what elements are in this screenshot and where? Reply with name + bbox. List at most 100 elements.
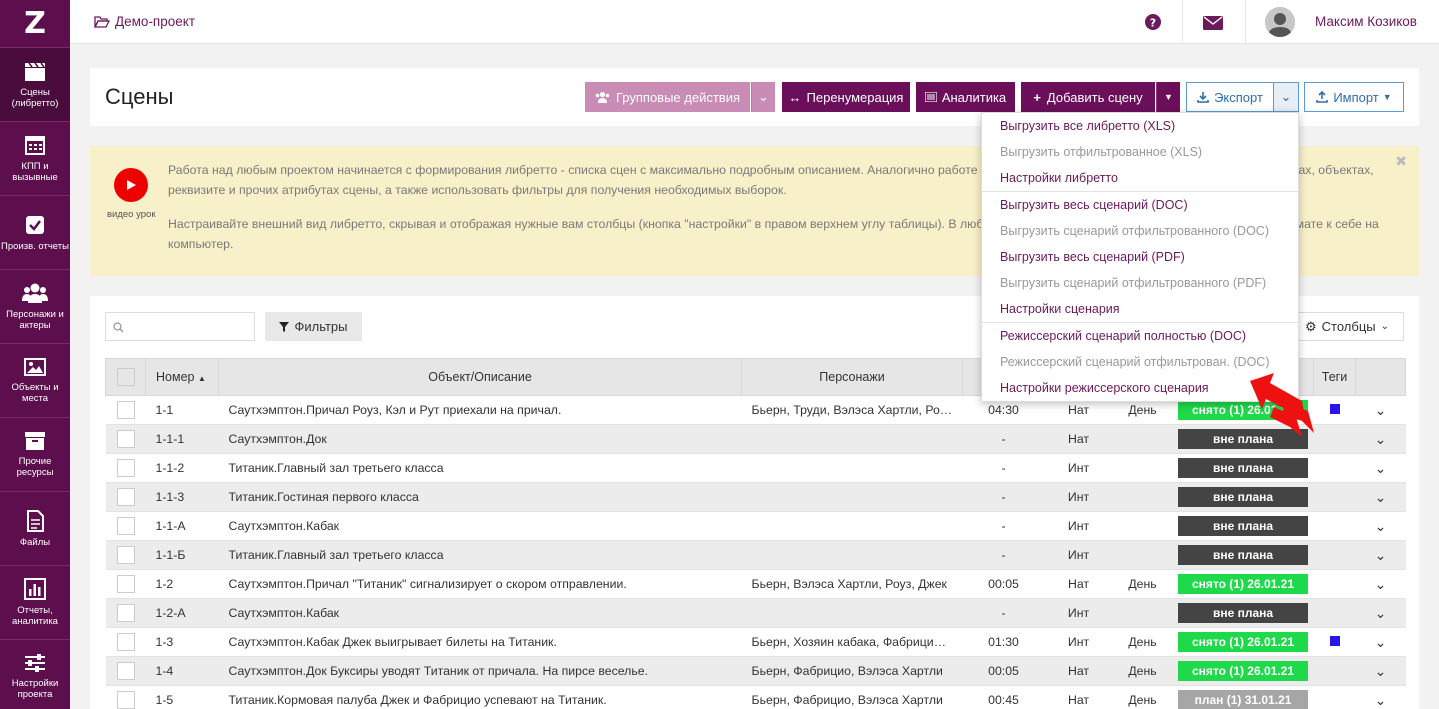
group-actions-dropdown-button[interactable]: ⌄ xyxy=(751,82,775,112)
row-expand-chevron-icon[interactable]: ⌄ xyxy=(1375,692,1387,708)
analytics-button[interactable]: Аналитика xyxy=(916,82,1015,112)
export-menu-item[interactable]: Настройки либретто xyxy=(982,165,1298,191)
status-badge: план (1) 31.01.21 xyxy=(1178,690,1308,709)
export-button[interactable]: Экспорт xyxy=(1186,82,1274,112)
plus-icon: + xyxy=(1033,89,1041,105)
table-row[interactable]: 1-1-3 Титаник.Гостиная первого класса - Инт… xyxy=(105,482,1406,512)
help-icon[interactable]: ? xyxy=(1145,14,1161,30)
row-expand-chevron-icon[interactable]: ⌄ xyxy=(1375,402,1387,418)
import-button[interactable]: Импорт ▼ xyxy=(1304,82,1404,112)
table-row[interactable]: 1-1-2 Титаник.Главный зал третьего класса… xyxy=(105,453,1406,483)
cell-characters xyxy=(741,482,963,512)
cell-tags xyxy=(1313,685,1356,709)
project-link[interactable]: Демо-проект xyxy=(94,14,195,29)
status-badge: снято (1) 26.01.21 xyxy=(1178,574,1308,594)
row-expand-chevron-icon[interactable]: ⌄ xyxy=(1375,547,1387,563)
status-badge: вне плана xyxy=(1178,516,1308,536)
export-menu-item[interactable]: Выгрузить весь сценарий (PDF) xyxy=(982,244,1298,270)
column-header-label: Номер xyxy=(156,370,195,384)
export-menu-item[interactable]: Режиссерский сценарий полностью (DOC) xyxy=(982,323,1298,349)
chevron-down-icon: ⌄ xyxy=(1380,321,1389,332)
table-row[interactable]: 1-1-А Саутхэмптон.Кабак - Инт вне плана ⌄ xyxy=(105,511,1406,541)
sidebar-item-scenes[interactable]: Сцены (либретто) xyxy=(0,48,70,122)
sidebar-item-characters[interactable]: Персонажи и актеры xyxy=(0,270,70,344)
table-row[interactable]: 1-3 Саутхэмптон.Кабак Джек выигрывает бил… xyxy=(105,627,1406,657)
row-checkbox[interactable] xyxy=(116,430,135,448)
row-checkbox[interactable] xyxy=(116,401,135,419)
mail-icon[interactable] xyxy=(1203,16,1223,30)
row-checkbox[interactable] xyxy=(116,488,135,506)
export-menu-item[interactable]: Настройки сценария xyxy=(982,296,1298,322)
row-checkbox[interactable] xyxy=(116,604,135,622)
row-expand-chevron-icon[interactable]: ⌄ xyxy=(1375,634,1387,650)
export-menu-item[interactable]: Выгрузить весь сценарий (DOC) xyxy=(982,192,1298,218)
sidebar-item-objects[interactable]: Объекты и места xyxy=(0,344,70,418)
table-row[interactable]: 1-1-Б Титаник.Главный зал третьего класса… xyxy=(105,540,1406,570)
select-all-cell[interactable] xyxy=(105,358,146,396)
annotation-arrow-icon xyxy=(1250,373,1314,437)
cell-actions: ⌄ xyxy=(1355,627,1406,657)
cell-characters xyxy=(741,424,963,454)
search-input[interactable] xyxy=(105,312,255,341)
row-checkbox[interactable] xyxy=(116,575,135,593)
group-actions-label: Групповые действия xyxy=(615,89,741,105)
cell-tags xyxy=(1313,511,1356,541)
sidebar-item-reports[interactable]: Произв. отчеты xyxy=(0,196,70,270)
row-checkbox[interactable] xyxy=(116,691,135,709)
sidebar-item-analytics[interactable]: Отчеты, аналитика xyxy=(0,566,70,640)
cell-duration: - xyxy=(962,453,1045,483)
export-dropdown-button[interactable]: ⌄ xyxy=(1273,82,1299,112)
column-header-number[interactable]: Номер ▲ xyxy=(145,358,219,396)
sidebar-item-settings[interactable]: Настройки проекта xyxy=(0,640,70,709)
analytics-label: Аналитика xyxy=(941,89,1007,105)
sliders-icon xyxy=(25,654,45,672)
export-menu-item[interactable]: Выгрузить все либретто (XLS) xyxy=(982,113,1298,139)
table-row[interactable]: 1-4 Саутхэмптон.Док Буксиры уводят Титани… xyxy=(105,656,1406,686)
row-expand-chevron-icon[interactable]: ⌄ xyxy=(1375,663,1387,679)
search-icon xyxy=(113,322,124,333)
column-header-characters[interactable]: Персонажи xyxy=(741,358,963,396)
cell-checkbox xyxy=(105,482,146,512)
row-expand-chevron-icon[interactable]: ⌄ xyxy=(1375,576,1387,592)
row-checkbox[interactable] xyxy=(116,546,135,564)
columns-button[interactable]: ⚙ Столбцы ⌄ xyxy=(1290,312,1404,341)
row-checkbox[interactable] xyxy=(116,459,135,477)
row-expand-chevron-icon[interactable]: ⌄ xyxy=(1375,460,1387,476)
table-row[interactable]: 1-2 Саутхэмптон.Причал "Титаник" сигнализ… xyxy=(105,569,1406,599)
row-expand-chevron-icon[interactable]: ⌄ xyxy=(1375,489,1387,505)
close-icon[interactable]: ✖ xyxy=(1395,151,1407,171)
row-checkbox[interactable] xyxy=(116,662,135,680)
app-logo[interactable]: Z xyxy=(0,0,70,48)
select-all-checkbox[interactable] xyxy=(116,368,135,386)
row-expand-chevron-icon[interactable]: ⌄ xyxy=(1375,518,1387,534)
row-expand-chevron-icon[interactable]: ⌄ xyxy=(1375,431,1387,447)
row-checkbox[interactable] xyxy=(116,517,135,535)
export-menu-item[interactable]: Выгрузить сценарий отфильтрованного (DOC… xyxy=(982,218,1298,244)
cell-status: вне плана xyxy=(1172,453,1314,483)
table-row[interactable]: 1-1-1 Саутхэмптон.Док - Нат вне плана ⌄ xyxy=(105,424,1406,454)
filters-button[interactable]: Фильтры xyxy=(265,312,362,341)
user-name[interactable]: Максим Козиков xyxy=(1315,14,1417,29)
list-icon xyxy=(924,92,937,102)
add-scene-dropdown-button[interactable]: ▼ xyxy=(1156,82,1180,112)
table-row[interactable]: 1-5 Титаник.Кормовая палуба Джек и Фабриц… xyxy=(105,685,1406,709)
sidebar-item-files[interactable]: Файлы xyxy=(0,492,70,566)
sidebar-item-kpp[interactable]: КПП и вызывные xyxy=(0,122,70,196)
row-checkbox[interactable] xyxy=(116,633,135,651)
video-lesson-button[interactable] xyxy=(114,168,148,202)
row-expand-chevron-icon[interactable]: ⌄ xyxy=(1375,605,1387,621)
table-row[interactable]: 1-2-А Саутхэмптон.Кабак - Инт вне плана ⌄ xyxy=(105,598,1406,628)
cell-duration: - xyxy=(962,540,1045,570)
sidebar-item-resources[interactable]: Прочие ресурсы xyxy=(0,418,70,492)
column-header-description[interactable]: Объект/Описание xyxy=(218,358,742,396)
renumber-button[interactable]: ↔ Перенумерация xyxy=(782,82,910,112)
bar-chart-icon xyxy=(24,578,46,600)
cell-characters xyxy=(741,511,963,541)
play-icon xyxy=(127,180,136,190)
add-scene-button[interactable]: + Добавить сцену xyxy=(1021,82,1155,112)
export-menu-item[interactable]: Режиссерский сценарий отфильтрован. (DOC… xyxy=(982,349,1298,375)
export-menu-item[interactable]: Выгрузить отфильтрованное (XLS) xyxy=(982,139,1298,165)
group-actions-button[interactable]: Групповые действия xyxy=(585,82,750,112)
avatar[interactable] xyxy=(1265,7,1295,37)
export-menu-item[interactable]: Выгрузить сценарий отфильтрованного (PDF… xyxy=(982,270,1298,296)
